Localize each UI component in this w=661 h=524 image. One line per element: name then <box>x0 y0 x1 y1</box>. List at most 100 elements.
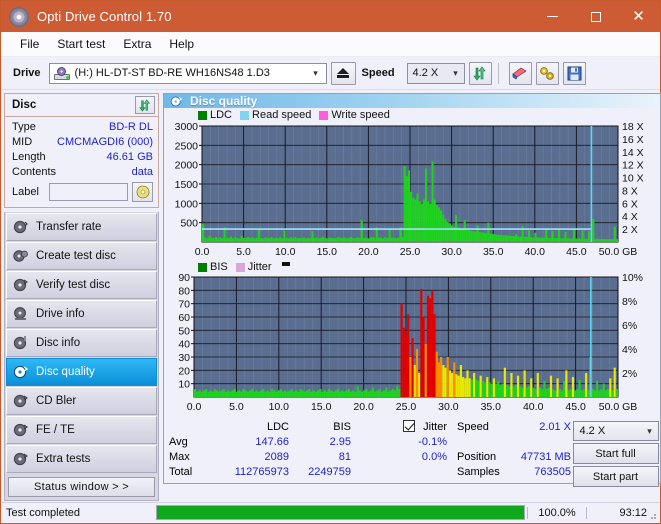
disc-refresh-button[interactable] <box>135 96 155 114</box>
legend-item-bis: BIS <box>198 261 228 273</box>
stats-label-position: Position <box>457 451 497 463</box>
svg-text:50.0 GB: 50.0 GB <box>599 246 638 258</box>
speed-select[interactable]: 4.2 X ▾ <box>406 62 465 84</box>
minimize-button[interactable] <box>531 1 574 32</box>
disc-icon <box>13 250 28 262</box>
start-full-button[interactable]: Start full <box>572 443 659 464</box>
progress-percent: 100.0% <box>527 506 586 519</box>
disc-label-input[interactable] <box>49 183 128 201</box>
save-button[interactable] <box>562 61 586 85</box>
disc-row-value: data <box>131 165 153 178</box>
sidebar-item-transfer-rate[interactable]: Transfer rate <box>6 213 157 241</box>
sidebar-item-disc-quality[interactable]: Disc quality <box>6 358 157 386</box>
jitter-header: Jitter <box>351 420 447 435</box>
svg-text:1000: 1000 <box>175 198 199 210</box>
legend-swatch <box>198 262 207 272</box>
legend-label: Read speed <box>252 109 312 121</box>
progress-bar <box>156 505 525 520</box>
sidebar-item-label: Extra tests <box>36 453 91 465</box>
refresh-icon <box>138 98 150 112</box>
status-window-button[interactable]: Status window > > <box>8 477 155 497</box>
sidebar-item-disc-info[interactable]: Disc info <box>6 329 157 357</box>
status-bar: Test completed 100.0% 93:12 <box>2 502 659 522</box>
svg-text:25.0: 25.0 <box>396 401 417 413</box>
svg-text:2500: 2500 <box>175 140 199 152</box>
sidebar-item-create-test-disc[interactable]: Create test disc <box>6 242 157 270</box>
eject-icon <box>337 68 350 78</box>
chevron-down-icon: ▾ <box>647 425 652 436</box>
svg-text:20: 20 <box>178 365 190 377</box>
ldc-chart: LDC Read speed Write speed 500 1000 1500 20… <box>164 108 660 260</box>
eject-button[interactable] <box>330 61 356 85</box>
marker-icon <box>281 262 290 266</box>
drive-label: Drive <box>13 67 41 79</box>
sidebar-item-drive-info[interactable]: Drive info <box>6 300 157 328</box>
resize-grip-icon[interactable] <box>647 510 657 520</box>
svg-text:30.0: 30.0 <box>438 401 459 413</box>
toolbar-divider <box>497 62 499 84</box>
ldc-legend: LDC Read speed Write speed <box>198 109 394 121</box>
main-header: Disc quality <box>164 94 660 108</box>
menu-extra[interactable]: Extra <box>114 32 160 57</box>
refresh-button[interactable] <box>468 61 492 85</box>
stats-col-meta-values: 2.01 X 47731 MB 763505 <box>513 420 571 487</box>
stats-col-meta-labels: Speed Position Samples <box>451 420 513 487</box>
menu-help[interactable]: Help <box>160 32 203 57</box>
bis-chart: BIS Jitter 10 20 30 40 50 60 70 80 90 2% 4% 6% 8% 10%… <box>164 260 660 417</box>
svg-text:10: 10 <box>178 379 190 391</box>
disc-info-panel: Disc Type BD-R DL MID CMCMAGDI6 (000) Le… <box>4 93 159 208</box>
sidebar-item-verify-test-disc[interactable]: Verify test disc <box>6 271 157 299</box>
stats-bis-total: 2249759 <box>308 466 351 478</box>
maximize-button[interactable] <box>574 1 617 32</box>
close-button[interactable]: ✕ <box>617 1 660 32</box>
speed-value: 4.2 X <box>412 67 439 79</box>
app-window: Opti Drive Control 1.70 ✕ File Start tes… <box>0 0 661 524</box>
tools-button[interactable] <box>535 61 559 85</box>
start-part-button[interactable]: Start part <box>572 466 659 487</box>
erase-button[interactable] <box>508 61 532 85</box>
disc-label-button[interactable] <box>132 182 153 202</box>
speed-label: Speed <box>361 67 395 79</box>
sidebar-item-label: CD Bler <box>36 395 77 407</box>
svg-text:5.0: 5.0 <box>229 401 244 413</box>
svg-text:8%: 8% <box>622 296 637 308</box>
stats-position-value: 47731 MB <box>520 451 571 463</box>
app-icon <box>9 6 29 27</box>
menu-file[interactable]: File <box>11 32 48 57</box>
content-area: Disc Type BD-R DL MID CMCMAGDI6 (000) Le… <box>1 90 661 501</box>
svg-text:3000: 3000 <box>175 121 199 133</box>
sidebar-item-fe-te[interactable]: FE / TE <box>6 416 157 444</box>
test-speed-select[interactable]: 4.2 X ▾ <box>572 421 659 441</box>
disc-icon <box>13 278 28 292</box>
disc-icon <box>136 185 149 199</box>
legend-item-ldc: LDC <box>198 109 232 121</box>
svg-text:10 X: 10 X <box>622 173 644 185</box>
stats-header-bis: BIS <box>333 421 351 433</box>
sidebar-item-extra-tests[interactable]: Extra tests <box>6 445 157 473</box>
window-controls: ✕ <box>531 1 660 32</box>
stats-label-speed: Speed <box>457 421 489 433</box>
disc-row-key: MID <box>12 135 33 148</box>
sidebar-item-cd-bler[interactable]: CD Bler <box>6 387 157 415</box>
legend-label: LDC <box>210 109 233 121</box>
svg-text:30: 30 <box>178 352 190 364</box>
close-icon: ✕ <box>632 8 645 25</box>
main-title: Disc quality <box>190 94 258 108</box>
legend-item-jitter: Jitter <box>235 261 272 273</box>
chevron-down-icon: ▾ <box>453 67 458 78</box>
disc-icon <box>13 452 28 466</box>
drive-select[interactable]: (H:) HL-DT-ST BD-RE WH16NS48 1.D3 ▾ <box>48 62 327 84</box>
nav-list: Transfer rate Create test disc Verify te… <box>4 212 159 501</box>
menu-start-test[interactable]: Start test <box>48 32 114 57</box>
svg-text:50.0 GB: 50.0 GB <box>599 401 638 413</box>
jitter-checkbox[interactable] <box>403 420 416 432</box>
svg-text:4%: 4% <box>622 344 637 356</box>
ldc-plot: 500100015002000250030002 X4 X6 X8 X10 X1… <box>175 121 644 258</box>
disc-quality-icon <box>170 96 183 106</box>
svg-text:4 X: 4 X <box>622 211 638 223</box>
menu-bar: File Start test Extra Help <box>1 32 660 57</box>
stats-row-labels: Avg Max Total <box>164 420 213 487</box>
stats-col-jitter: Jitter -0.1% 0.0% <box>351 420 451 487</box>
disc-row-value: 46.61 GB <box>106 150 153 163</box>
svg-text:0.0: 0.0 <box>187 401 202 413</box>
